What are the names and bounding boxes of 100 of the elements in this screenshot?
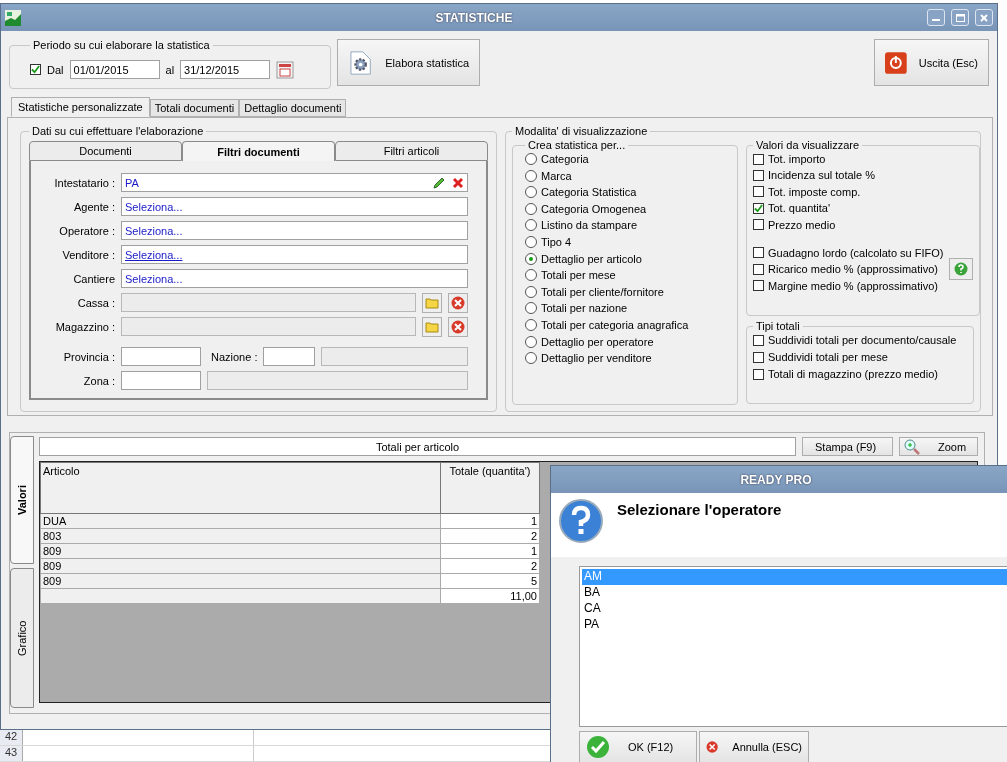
radio-button[interactable] [525, 252, 537, 265]
checkbox[interactable] [753, 247, 764, 259]
checkbox[interactable] [753, 186, 764, 198]
maximize-button[interactable] [951, 9, 969, 26]
input-field[interactable] [321, 347, 468, 366]
pencil-icon[interactable] [432, 175, 446, 190]
group-legend: Dati su cui effettuare l'elaborazione [29, 125, 207, 137]
field-label: Agente : [73, 200, 115, 213]
input-field[interactable]: Seleziona... [121, 269, 468, 288]
field-label: Provincia : [62, 350, 115, 363]
clear-button[interactable] [448, 316, 468, 337]
side-tab[interactable]: Valori [10, 436, 34, 564]
print-button[interactable]: Stampa (F9) [802, 437, 893, 456]
tab[interactable]: Documenti [29, 141, 182, 161]
tab[interactable]: Dettaglio documenti [239, 99, 347, 117]
list-item[interactable]: CA [582, 601, 1007, 617]
radio-button[interactable] [525, 202, 537, 215]
checkbox[interactable] [753, 351, 764, 363]
input-field[interactable]: Seleziona... [121, 245, 468, 264]
input-field[interactable] [121, 293, 416, 312]
input-field[interactable] [207, 371, 468, 390]
group-legend: Crea statistica per... [525, 139, 629, 151]
checkbox[interactable] [753, 202, 764, 214]
radio-button[interactable] [525, 352, 537, 365]
input-field[interactable] [121, 371, 201, 390]
option-label: Suddividi totali per documento/causale [768, 334, 957, 346]
option-label: Dettaglio per articolo [541, 252, 642, 265]
option-label: Ricarico medio % (approssimativo) [768, 263, 938, 276]
input-field[interactable]: PA [121, 173, 468, 192]
option-label: Suddividi totali per mese [768, 351, 888, 363]
radio-button[interactable] [525, 302, 537, 315]
option-label: Listino da stampare [541, 219, 637, 232]
checkbox[interactable] [753, 263, 764, 275]
tab[interactable]: Filtri articoli [335, 141, 488, 161]
date-field[interactable]: 31/12/2015 [180, 60, 271, 79]
column-header: Articolo [40, 462, 441, 514]
ok-button[interactable]: OK (F12) [579, 731, 697, 762]
checkbox[interactable] [753, 153, 764, 165]
radio-button[interactable] [525, 318, 537, 331]
delete-icon[interactable] [452, 176, 464, 189]
option-label: Margine medio % (approssimativo) [768, 279, 938, 292]
list-item[interactable]: BA [582, 585, 1007, 601]
input-field[interactable]: Seleziona... [121, 197, 468, 216]
checkbox[interactable] [753, 368, 764, 380]
field-label: Nazione : [211, 350, 258, 363]
option-label: Marca [541, 169, 572, 182]
field-label: Magazzino : [54, 320, 115, 333]
app-icon [5, 9, 21, 26]
input-field[interactable] [121, 317, 416, 336]
checkbox[interactable] [753, 169, 764, 181]
minimize-button[interactable] [927, 9, 945, 26]
list-item[interactable]: PA [582, 617, 1007, 633]
date-field[interactable]: 01/01/2015 [69, 60, 160, 79]
option-label: Tot. quantita' [768, 202, 831, 215]
check-icon [586, 735, 610, 759]
help-button[interactable] [949, 258, 974, 281]
clear-button[interactable] [448, 292, 468, 313]
field-label: Intestatario : [53, 176, 115, 189]
radio-button[interactable] [525, 169, 537, 182]
radio-button[interactable] [525, 285, 537, 298]
radio-button[interactable] [525, 186, 537, 199]
question-icon [559, 499, 603, 543]
operator-list[interactable]: AM BA CA PA [579, 566, 1007, 727]
close-button[interactable] [975, 9, 993, 26]
field-label: Venditore : [61, 248, 115, 261]
radio-button[interactable] [525, 153, 537, 165]
zoom-button[interactable]: Zoom [899, 437, 978, 456]
checkbox[interactable] [753, 219, 764, 231]
group-legend: Modalita' di visualizzazione [512, 125, 651, 137]
checkbox[interactable] [30, 64, 41, 75]
tab[interactable]: Statistiche personalizzate [11, 97, 150, 117]
select-link[interactable]: Seleziona... [125, 200, 183, 213]
field-label: Cassa : [76, 296, 115, 309]
side-tab[interactable]: Grafico [10, 568, 34, 708]
field-label: Cantiere [72, 272, 115, 285]
cancel-button[interactable]: Annulla (ESC) [699, 731, 809, 762]
radio-button[interactable] [525, 335, 537, 348]
tab[interactable]: Filtri documenti [182, 141, 335, 161]
option-label: Guadagno lordo (calcolato su FIFO) [768, 246, 944, 259]
option-label: Totali di magazzino (prezzo medio) [768, 368, 938, 380]
tab[interactable]: Totali documenti [149, 99, 240, 117]
exit-button[interactable]: Uscita (Esc) [874, 39, 989, 86]
select-link[interactable]: Seleziona... [125, 224, 183, 237]
input-field[interactable] [121, 347, 201, 366]
checkbox[interactable] [753, 334, 764, 346]
input-field[interactable] [263, 347, 316, 366]
option-label: Totali per cliente/fornitore [541, 285, 664, 298]
select-link[interactable]: Seleziona... [125, 248, 183, 261]
checkbox[interactable] [753, 280, 764, 292]
option-label: Tipo 4 [541, 235, 572, 248]
radio-button[interactable] [525, 269, 537, 282]
calendar-icon[interactable] [276, 60, 295, 79]
group-legend: Periodo su cui elaborare la statistica [30, 39, 213, 51]
select-link[interactable]: Seleziona... [125, 272, 183, 285]
process-button[interactable]: Elabora statistica [337, 39, 480, 86]
field-label: Operatore : [58, 224, 115, 237]
input-field[interactable]: Seleziona... [121, 221, 468, 240]
radio-button[interactable] [525, 219, 537, 232]
field-label: Dal [47, 63, 64, 76]
radio-button[interactable] [525, 235, 537, 248]
